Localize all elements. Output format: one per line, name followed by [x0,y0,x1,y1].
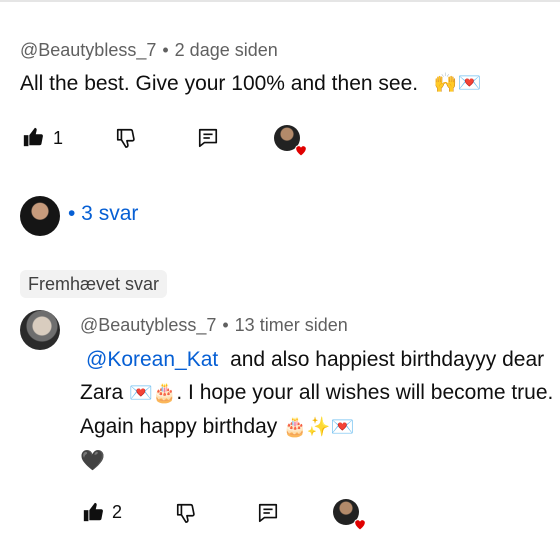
thumbs-down-icon[interactable] [175,502,197,524]
reply-author[interactable]: @Beautybless_7 [80,315,216,335]
reply-emojis-a: 💌🎂 [129,382,177,404]
mention-link[interactable]: @Korean_Kat [86,348,218,371]
like-count: 1 [53,128,64,148]
comment-emojis: 🙌💌 [433,73,482,95]
replies-avatar [20,196,60,236]
comment-icon[interactable] [197,127,219,149]
comment-text: All the best. Give your 100% and then se… [20,70,481,98]
creator-heart-icon [354,519,366,531]
top-divider [0,0,560,2]
featured-reply-label: Fremhævet svar [20,270,168,298]
replies-toggle[interactable]: • 3 svar [68,202,138,226]
thumbs-up-icon[interactable] [22,126,44,148]
creator-heart-icon [295,145,307,157]
black-heart-emoji: 🖤 [80,449,105,472]
thumbs-down-icon[interactable] [115,127,137,149]
comment-meta: @Beautybless_7 • 2 dage siden [20,40,278,61]
creator-avatar [333,499,366,531]
comment-author[interactable]: @Beautybless_7 [20,40,156,60]
reply-meta: @Beautybless_7 • 13 timer siden [80,315,348,336]
reply-time[interactable]: 13 timer siden [235,315,348,335]
thumbs-up-icon[interactable] [82,501,104,523]
comment-time[interactable]: 2 dage siden [175,40,278,60]
meta-separator: • [222,315,229,335]
creator-avatar [274,125,307,157]
meta-separator: • [162,40,169,60]
comment-icon[interactable] [257,502,279,524]
comment-body: All the best. Give your 100% and then se… [20,72,419,95]
reply-avatar[interactable] [20,310,60,350]
reply-text: @Korean_Kat and also happiest birthdayyy… [80,343,560,478]
reply-like-count: 2 [112,502,123,522]
reply-emojis-b: 🎂✨💌 [283,416,355,438]
